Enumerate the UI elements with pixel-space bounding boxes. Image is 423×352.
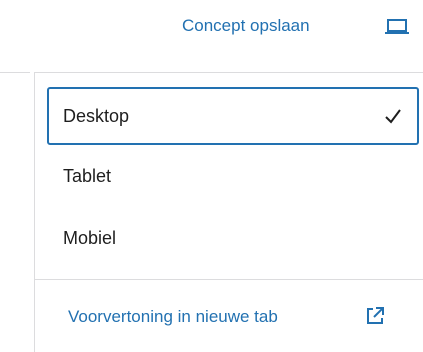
menu-item-tablet[interactable]: Tablet [47, 147, 419, 205]
preview-dropdown-menu: Desktop Tablet Mobiel Voorvertoning in n… [34, 72, 423, 352]
toolbar-divider [0, 72, 30, 73]
editor-page: Concept opslaan Desktop Tablet Mobiel Vo… [0, 0, 423, 352]
menu-item-label: Mobiel [63, 227, 117, 248]
menu-item-desktop[interactable]: Desktop [47, 87, 419, 145]
menu-item-label: Tablet [63, 165, 112, 186]
external-link-icon[interactable] [364, 305, 386, 327]
preview-new-tab-link[interactable]: Voorvertoning in nieuwe tab [68, 305, 278, 329]
save-draft-button[interactable]: Concept opslaan [182, 14, 310, 38]
menu-item-label: Desktop [63, 105, 130, 126]
menu-item-mobile[interactable]: Mobiel [47, 209, 419, 267]
laptop-icon [385, 19, 409, 34]
device-preview-toggle[interactable] [382, 14, 412, 40]
check-icon [385, 109, 401, 124]
editor-topbar: Concept opslaan [0, 0, 423, 56]
menu-divider [35, 279, 423, 280]
